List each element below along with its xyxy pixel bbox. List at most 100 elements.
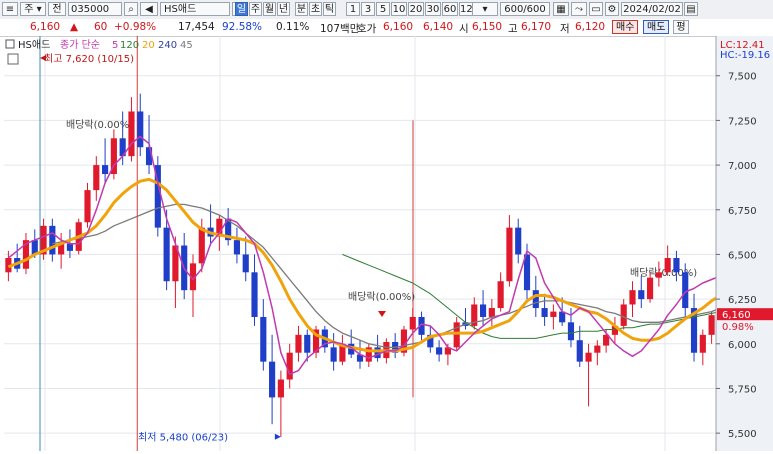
candle-body <box>638 290 645 300</box>
market-select[interactable]: 주 ▾ <box>20 2 46 16</box>
legend-ma-120: 120 <box>120 40 139 51</box>
open-label: 시 <box>459 23 469 35</box>
price-chart: 최고 7,620 (10/15) 최저 5,480 (06/23) 배당락(0.00… <box>0 36 773 451</box>
legend-stock-name: HS애드 <box>18 39 50 51</box>
candle-body <box>260 316 267 362</box>
period-tab-6[interactable]: 틱 <box>323 2 336 16</box>
candle-body <box>567 322 575 341</box>
current-price-label: 6,160 <box>722 310 751 321</box>
candle-body <box>84 190 91 223</box>
interval-tab-30[interactable]: 30 <box>425 2 441 16</box>
current-pct-label: 0.98% <box>722 322 754 333</box>
high-price: 6,170 <box>521 21 552 33</box>
candle-body <box>102 165 109 175</box>
eval-button[interactable]: 평 <box>673 20 689 34</box>
date-field[interactable]: 2024/02/02 <box>621 2 683 16</box>
open-price: 6,150 <box>472 21 503 33</box>
high-arrow-icon <box>40 55 46 61</box>
candle-body <box>251 272 258 317</box>
candle-body <box>479 304 487 317</box>
candle-body <box>550 311 557 317</box>
period-tab-2[interactable]: 월 <box>263 2 276 16</box>
candle-body <box>330 347 337 362</box>
low-annotation: 최저 5,480 (06/23) <box>138 432 228 444</box>
type-select[interactable]: 전 <box>48 2 66 16</box>
change-value: 60 <box>94 21 108 33</box>
dividend-annotation: 배당락(0.00%) <box>348 291 415 303</box>
market-label: 주 <box>24 4 34 15</box>
interval-tab-10[interactable]: 10 <box>391 2 407 16</box>
volume: 17,454 <box>178 21 215 33</box>
candle-body <box>655 272 662 278</box>
sell-button[interactable]: 매도 <box>643 20 670 34</box>
candle-body <box>673 258 680 273</box>
candle-body <box>629 290 636 305</box>
chart-svg: 최고 7,620 (10/15) 최저 5,480 (06/23) 배당락(0.00… <box>4 36 773 451</box>
y-tick-label: 6,750 <box>728 206 757 217</box>
save-icon[interactable]: ▭ <box>589 2 603 16</box>
period-tab-5[interactable]: 초 <box>309 2 322 16</box>
grid-icon[interactable]: ▦ <box>553 2 569 16</box>
sound-icon[interactable]: ◀ <box>140 2 158 16</box>
turnover: 0.11% <box>276 21 310 33</box>
legend-hc: HC:-19.16 <box>720 50 770 61</box>
interval-tab-3[interactable]: 3 <box>361 2 375 16</box>
low-price: 6,120 <box>575 21 606 33</box>
count-field[interactable]: 600/600 <box>500 2 550 16</box>
candle-body <box>295 334 302 353</box>
candle-body <box>304 334 311 353</box>
stock-name-field[interactable]: HS애드 <box>160 2 230 16</box>
y-tick-label: 7,500 <box>728 72 757 83</box>
candle-body <box>453 322 460 348</box>
hamburger-menu-icon[interactable]: ≡ <box>2 2 18 16</box>
calendar-icon[interactable]: ▤ <box>684 2 698 16</box>
candle-body <box>682 272 689 309</box>
period-tab-0[interactable]: 일 <box>235 2 248 16</box>
low-arrow-icon <box>274 433 281 440</box>
interval-tab-1[interactable]: 1 <box>346 2 360 16</box>
ask-label: 호가 <box>357 23 377 35</box>
period-tab-1[interactable]: 주 <box>249 2 262 16</box>
period-tab-3[interactable]: 년 <box>277 2 290 16</box>
candle-body <box>585 352 592 362</box>
chart-type-icon[interactable]: ⤳ <box>571 2 587 16</box>
legend-ma-5: 5 <box>112 40 118 51</box>
ask-price-2: 6,140 <box>423 21 454 33</box>
dividend-annotation: 배당락(0.00%) <box>66 119 133 131</box>
dividend-marker-icon <box>378 311 386 317</box>
candle-body <box>646 277 654 300</box>
interval-tab-5[interactable]: 5 <box>376 2 390 16</box>
candle-body <box>699 334 706 353</box>
candle-body <box>708 315 715 335</box>
candle-body <box>163 227 170 282</box>
low-label: 저 <box>560 23 570 35</box>
interval-tab-60[interactable]: 60 <box>442 2 458 16</box>
candle-body <box>488 308 495 317</box>
change-arrow: ▲ <box>70 21 79 33</box>
candle-body <box>541 308 548 317</box>
volume-ratio: 92.58% <box>222 21 263 33</box>
current-price: 6,160 <box>30 21 61 33</box>
candle-body <box>576 340 583 362</box>
candle-body <box>66 243 74 251</box>
search-icon[interactable]: ⌕ <box>124 2 138 16</box>
candle-body <box>374 347 381 359</box>
legend-ma-20: 20 <box>142 40 155 51</box>
toolbar: ≡ 주 ▾ 전 035000 ⌕ ◀ HS애드 ↘ 일주월년분초틱 135102… <box>0 0 773 20</box>
candle-body <box>277 379 284 398</box>
candle-body <box>93 165 100 191</box>
settings-icon[interactable]: ⚙ <box>605 2 619 16</box>
chart-menu-icon[interactable] <box>5 39 15 49</box>
period-tab-4[interactable]: 분 <box>295 2 308 16</box>
candle-body <box>436 347 443 355</box>
candle-body <box>409 316 416 330</box>
buy-button[interactable]: 매수 <box>612 20 639 34</box>
candle-body <box>515 227 522 255</box>
interval-tab-20[interactable]: 20 <box>408 2 424 16</box>
interval-dropdown[interactable]: ▾ <box>472 2 498 16</box>
calculator-icon[interactable] <box>7 53 19 65</box>
candle-body <box>532 290 539 309</box>
candle-body <box>233 240 241 255</box>
stock-code-input[interactable]: 035000 <box>68 2 122 16</box>
change-percent: +0.98% <box>114 21 157 33</box>
